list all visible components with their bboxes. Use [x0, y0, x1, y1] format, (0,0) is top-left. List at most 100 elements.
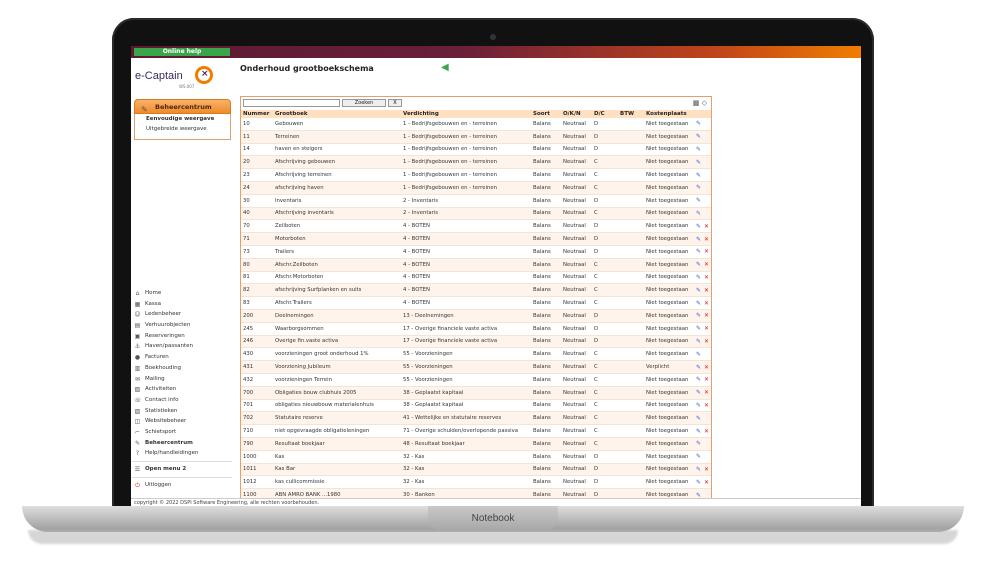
edit-icon[interactable]: ✎ [696, 236, 701, 243]
edit-icon[interactable]: ✎ [696, 351, 701, 358]
edit-icon[interactable]: ✎ [696, 172, 701, 179]
delete-icon[interactable]: ✕ [704, 236, 709, 243]
table-row[interactable]: 23 Afschrijving terreinen 1 - Bedrijfsgebo… [241, 168, 711, 182]
menu-item[interactable]: ◫ Websitebeheer [132, 416, 232, 427]
menu-item[interactable]: ✎ Beheercentrum [132, 438, 232, 449]
edit-icon[interactable]: ✎ [696, 197, 701, 204]
table-row[interactable]: 245 Waarborgsommen 17 - Overige financiele… [241, 322, 711, 336]
export-icon[interactable]: ▩ [693, 99, 700, 107]
menu-item[interactable]: ⌂ Home [132, 288, 232, 299]
table-row[interactable]: 71 Motorboten 4 - BOTEN Balans Neutraal D Niet… [241, 232, 711, 246]
table-row[interactable]: 10 Gebouwen 1 - Bedrijfsgebouwen en - terr… [241, 118, 711, 131]
menu-item[interactable]: ● Facturen [132, 352, 232, 363]
column-header[interactable]: Kostenplaats [644, 110, 694, 118]
settings-icon[interactable]: ◇ [702, 99, 707, 107]
menu-item[interactable]: ▥ Boekhouding [132, 363, 232, 374]
table-row[interactable]: 1012 kas cullicommissie 32 - Kas Balans Neut… [241, 475, 711, 490]
menu-item[interactable]: ▨ Statistieken [132, 406, 232, 417]
logout-button[interactable]: ⏻ Uitloggen [132, 480, 232, 491]
column-header[interactable]: Nummer [241, 110, 273, 118]
table-row[interactable]: 14 haven en steigers 1 - Bedrijfsgebouwen … [241, 143, 711, 157]
menu-item[interactable]: ⌐ Schietsport [132, 427, 232, 438]
table-row[interactable]: 40 Afschrijving inventaris 2 - Inventaris B… [241, 207, 711, 221]
view-extended-link[interactable]: Uitgebreide weergave [135, 124, 230, 134]
edit-icon[interactable]: ✎ [696, 146, 701, 153]
search-button[interactable]: Zoeken [342, 99, 386, 107]
delete-icon[interactable]: ✕ [704, 479, 709, 486]
back-arrow-icon[interactable]: ◀ [441, 63, 451, 73]
edit-icon[interactable]: ✎ [696, 184, 701, 191]
edit-icon[interactable]: ✎ [696, 287, 701, 294]
table-row[interactable]: 20 Afschrijving gebouwen 1 - Bedrijfsgebou… [241, 155, 711, 170]
delete-icon[interactable]: ✕ [704, 466, 709, 473]
edit-icon[interactable]: ✎ [696, 402, 701, 409]
table-row[interactable]: 790 Resultaat boekjaar 48 - Resultaat boek… [241, 437, 711, 451]
edit-icon[interactable]: ✎ [696, 300, 701, 307]
delete-icon[interactable]: ✕ [704, 402, 709, 409]
table-row[interactable]: 430 voorzieningen groot onderhoud 1% 55 - … [241, 347, 711, 362]
table-row[interactable]: 246 Overige fin.vaste activa 17 - Overige … [241, 335, 711, 349]
edit-icon[interactable]: ✎ [696, 479, 701, 486]
edit-icon[interactable]: ✎ [696, 364, 701, 371]
column-header[interactable]: BTW [618, 110, 644, 118]
menu-item[interactable]: ▧ Activiteiten [132, 384, 232, 395]
menu-item[interactable]: ? Help/handleidingen [132, 448, 232, 459]
edit-icon[interactable]: ✎ [696, 389, 701, 396]
delete-icon[interactable]: ✕ [704, 274, 709, 281]
edit-icon[interactable]: ✎ [696, 338, 701, 345]
table-row[interactable]: 1011 Kas Bar 32 - Kas Balans Neutraal D Niet t… [241, 463, 711, 477]
table-row[interactable]: 11 Terreinen 1 - Bedrijfsgebouwen en - ter… [241, 130, 711, 144]
delete-icon[interactable]: ✕ [704, 261, 709, 268]
menu-item[interactable]: ☏ Contact info [132, 395, 232, 406]
clear-button[interactable]: X [388, 99, 402, 107]
delete-icon[interactable]: ✕ [704, 364, 709, 371]
delete-icon[interactable]: ✕ [704, 287, 709, 294]
edit-icon[interactable]: ✎ [696, 274, 701, 281]
table-row[interactable]: 73 Trailers 4 - BOTEN Balans Neutraal D Niet t… [241, 245, 711, 259]
menu-item[interactable]: ▤ Verhuurobjecten [132, 320, 232, 331]
delete-icon[interactable]: ✕ [704, 300, 709, 307]
edit-icon[interactable]: ✎ [696, 210, 701, 217]
table-row[interactable]: 702 Statutaire reserve 41 - Wettelijke en … [241, 411, 711, 426]
menu-item[interactable]: ▦ Kassa [132, 299, 232, 310]
edit-icon[interactable]: ✎ [696, 133, 701, 140]
open-menu-button[interactable]: ☰ Open menu 2 [132, 464, 232, 475]
menu-item[interactable]: ✉ Mailing [132, 374, 232, 385]
edit-icon[interactable]: ✎ [696, 159, 701, 166]
edit-icon[interactable]: ✎ [696, 415, 701, 422]
delete-icon[interactable]: ✕ [704, 223, 709, 230]
delete-icon[interactable]: ✕ [704, 428, 709, 435]
edit-icon[interactable]: ✎ [696, 325, 701, 332]
table-row[interactable]: 30 Inventaris 2 - Inventaris Balans Neutraal… [241, 194, 711, 208]
edit-icon[interactable]: ✎ [696, 248, 701, 255]
menu-item[interactable]: ⚓ Haven/passanten [132, 341, 232, 352]
column-header[interactable]: O/K/N [561, 110, 592, 118]
delete-icon[interactable]: ✕ [704, 325, 709, 332]
edit-icon[interactable]: ✎ [696, 120, 701, 127]
table-row[interactable]: 701 obligaties nieuwbouw materialenhuis 38… [241, 399, 711, 413]
delete-icon[interactable]: ✕ [704, 376, 709, 383]
table-row[interactable]: 432 voorzieningen Terrein 55 - Voorziening… [241, 373, 711, 387]
table-row[interactable]: 70 Zeilboten 4 - BOTEN Balans Neutraal D Niet … [241, 219, 711, 234]
edit-icon[interactable]: ✎ [696, 453, 701, 460]
delete-icon[interactable]: ✕ [704, 248, 709, 255]
table-row[interactable]: 83 Afschr.Trailers 4 - BOTEN Balans Neutraal… [241, 296, 711, 310]
table-row[interactable]: 80 Afschr.Zeilboten 4 - BOTEN Balans Neutraa… [241, 258, 711, 272]
edit-icon[interactable]: ✎ [696, 312, 701, 319]
column-header[interactable]: D/C [592, 110, 618, 118]
table-row[interactable]: 82 afschrijving Surfplanken en suits 4 - B… [241, 283, 711, 298]
table-row[interactable]: 431 Voorziening Jubileum 55 - Voorzieninge… [241, 360, 711, 374]
view-simple-link[interactable]: Eenvoudige weergave [135, 114, 230, 124]
table-row[interactable]: 200 Deelnemingen 13 - Deelnemingen Balans Ne… [241, 309, 711, 323]
column-header[interactable]: Soort [531, 110, 561, 118]
menu-item[interactable]: ☺ Ledenbeheer [132, 309, 232, 320]
edit-icon[interactable]: ✎ [696, 466, 701, 473]
column-header[interactable]: Verdichting [401, 110, 531, 118]
table-row[interactable]: 700 Obligaties bouw clubhuis 2005 38 - Gep… [241, 386, 711, 400]
table-row[interactable]: 24 afschrijving haven 1 - Bedrijfsgebouwen… [241, 181, 711, 195]
table-row[interactable]: 81 Afschr.Motorboten 4 - BOTEN Balans Neutra… [241, 271, 711, 285]
delete-icon[interactable]: ✕ [704, 312, 709, 319]
online-help-button[interactable]: Online help [134, 48, 230, 56]
menu-item[interactable]: ▣ Reserveringen [132, 331, 232, 342]
edit-icon[interactable]: ✎ [696, 440, 701, 447]
